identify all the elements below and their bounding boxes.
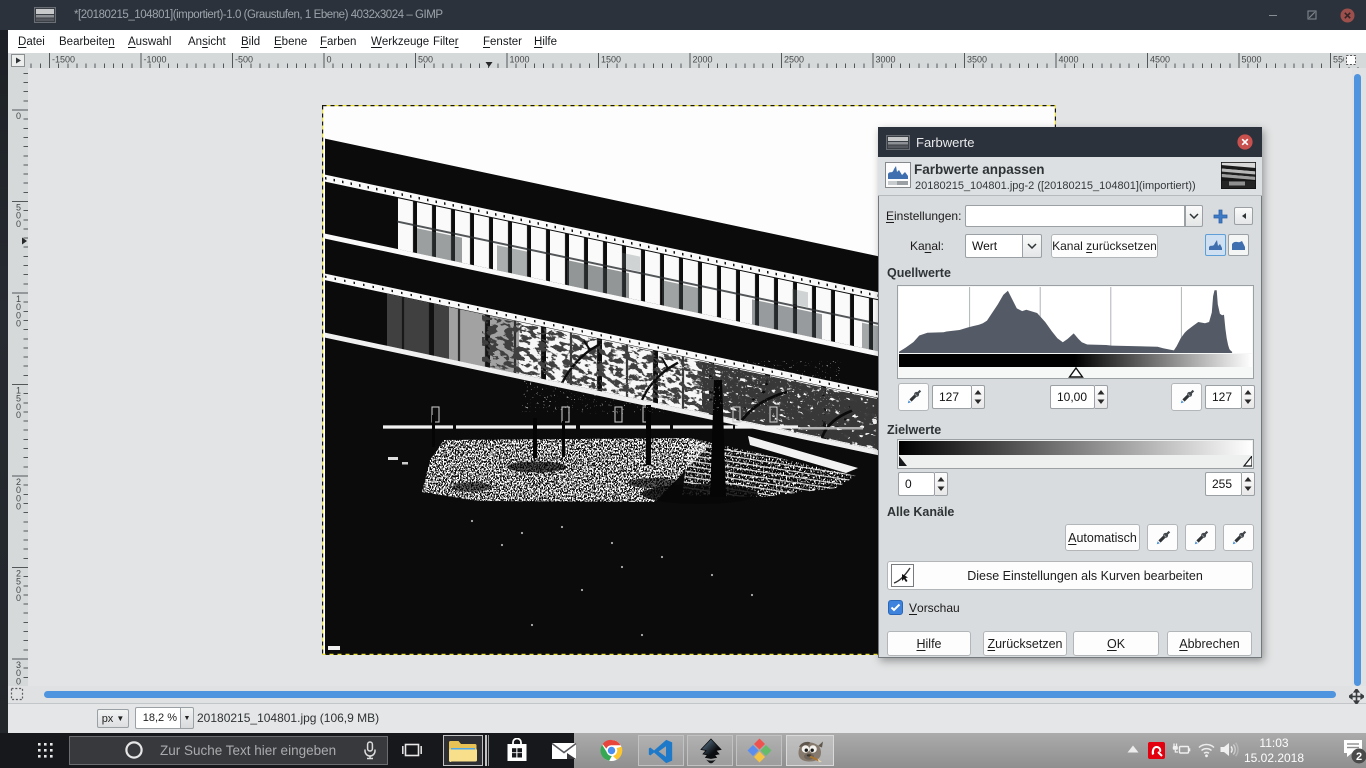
svg-text:0: 0 <box>16 502 21 512</box>
svg-text:0: 0 <box>16 219 21 229</box>
svg-text:1500: 1500 <box>601 55 621 65</box>
svg-text:-500: -500 <box>235 55 253 65</box>
svg-text:0: 0 <box>16 111 21 121</box>
svg-text:-1000: -1000 <box>144 55 167 65</box>
svg-text:3500: 3500 <box>967 55 987 65</box>
svg-text:500: 500 <box>418 55 433 65</box>
svg-text:5000: 5000 <box>1242 55 1262 65</box>
svg-text:2500: 2500 <box>784 55 804 65</box>
svg-text:0: 0 <box>327 55 332 65</box>
svg-text:4000: 4000 <box>1059 55 1079 65</box>
svg-text:-1500: -1500 <box>52 55 75 65</box>
svg-text:2000: 2000 <box>693 55 713 65</box>
svg-text:2: 2 <box>1356 751 1362 763</box>
svg-text:4500: 4500 <box>1150 55 1170 65</box>
svg-text:0: 0 <box>16 410 21 420</box>
svg-text:0: 0 <box>16 593 21 603</box>
svg-text:1000: 1000 <box>510 55 530 65</box>
svg-text:3000: 3000 <box>876 55 896 65</box>
svg-text:0: 0 <box>16 319 21 329</box>
